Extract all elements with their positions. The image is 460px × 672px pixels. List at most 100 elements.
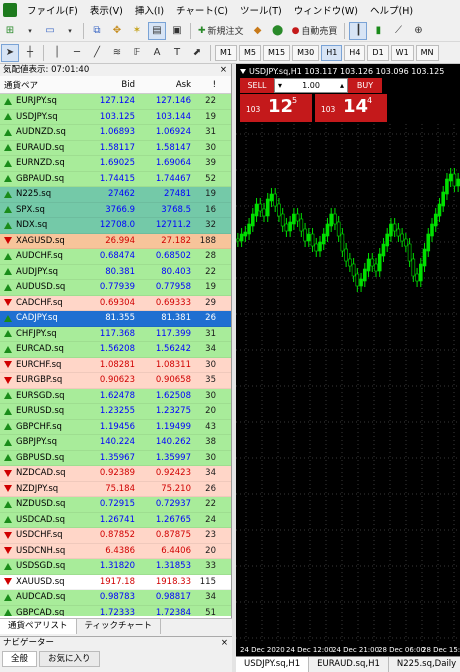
table-row[interactable]: AUDNZD.sq 1.06893 1.06924 31	[0, 125, 231, 141]
table-row[interactable]: GBPAUD.sq 1.74415 1.74467 52	[0, 171, 231, 187]
timeframe-h4[interactable]: H4	[344, 44, 366, 61]
bar-chart-icon[interactable]: ┃	[349, 21, 368, 40]
menu-insert[interactable]: 挿入(I)	[129, 3, 170, 17]
crosshair-icon[interactable]: ┼	[21, 44, 39, 62]
table-row[interactable]: EURSGD.sq 1.62478 1.62508 30	[0, 388, 231, 404]
terminal-icon[interactable]: ▤	[148, 21, 166, 40]
channel-icon[interactable]: ≋	[108, 44, 126, 62]
table-row[interactable]: EURAUD.sq 1.58117 1.58147 30	[0, 140, 231, 156]
close-icon[interactable]: ×	[220, 64, 231, 76]
menu-file[interactable]: ファイル(F)	[21, 3, 84, 17]
table-row[interactable]: XAGUSD.sq 26.994 27.182 188	[0, 233, 231, 249]
data-window-icon[interactable]: ✥	[108, 22, 126, 40]
table-row[interactable]: CADJPY.sq 81.355 81.381 26	[0, 311, 231, 327]
table-row[interactable]: GBPCAD.sq 1.72333 1.72384 51	[0, 605, 231, 616]
table-row[interactable]: EURCHF.sq 1.08281 1.08311 30	[0, 357, 231, 373]
table-row[interactable]: EURCAD.sq 1.56208 1.56242 34	[0, 342, 231, 358]
timeframe-m5[interactable]: M5	[239, 44, 261, 61]
options-icon[interactable]: ⬤	[269, 22, 287, 40]
fibonacci-icon[interactable]: 𝔽	[128, 44, 146, 62]
chart-window[interactable]: USDJPY.sq,H1 103.117 103.126 103.096 103…	[236, 64, 460, 656]
table-row[interactable]: USDSGD.sq 1.31820 1.31853 33	[0, 559, 231, 575]
chart-tab-euraud[interactable]: EURAUD.sq,H1	[309, 657, 389, 672]
zoom-in-icon[interactable]: ⊕	[409, 22, 427, 40]
table-row[interactable]: EURJPY.sq 127.124 127.146 22	[0, 94, 231, 110]
table-row[interactable]: USDCNH.sq 6.4386 6.4406 20	[0, 543, 231, 559]
new-order-button[interactable]: ✚ 新規注文	[195, 22, 247, 40]
timeframe-h1[interactable]: H1	[321, 44, 343, 61]
dropdown-icon-2[interactable]: ▾	[61, 22, 79, 40]
table-row[interactable]: XAUUSD.sq 1917.18 1918.33 115	[0, 574, 231, 590]
table-row[interactable]: N225.sq 27462 27481 19	[0, 187, 231, 203]
trendline-icon[interactable]: ╱	[88, 44, 106, 62]
buy-price-box[interactable]: 103 14 4	[315, 94, 387, 122]
table-row[interactable]: USDCAD.sq 1.26741 1.26765 24	[0, 512, 231, 528]
profiles-icon[interactable]: ▭	[41, 22, 59, 40]
market-watch-tabs: 通貨ペアリスト ティックチャート	[0, 618, 232, 634]
table-row[interactable]: EURNZD.sq 1.69025 1.69064 39	[0, 156, 231, 172]
navigator-icon[interactable]: ✶	[128, 22, 146, 40]
timeframe-d1[interactable]: D1	[367, 44, 389, 61]
table-row[interactable]: AUDCAD.sq 0.98783 0.98817 34	[0, 590, 231, 606]
timeframe-m15[interactable]: M15	[263, 44, 291, 61]
horizontal-line-icon[interactable]: ─	[68, 44, 86, 62]
market-watch-icon[interactable]: ⧉	[88, 22, 106, 40]
tab-favorites[interactable]: お気に入り	[39, 651, 100, 667]
new-chart-icon[interactable]: ⊞	[1, 22, 19, 40]
chart-tab-usdjpy[interactable]: USDJPY.sq,H1	[236, 657, 310, 672]
menu-help[interactable]: ヘルプ(H)	[364, 3, 419, 17]
buy-button[interactable]: BUY	[348, 78, 382, 93]
table-row[interactable]: AUDCHF.sq 0.68474 0.68502 28	[0, 249, 231, 265]
tab-symbols[interactable]: 通貨ペアリスト	[0, 619, 77, 634]
table-row[interactable]: CADCHF.sq 0.69304 0.69333 29	[0, 295, 231, 311]
table-row[interactable]: GBPCHF.sq 1.19456 1.19499 43	[0, 419, 231, 435]
chart-menu-icon[interactable]	[240, 69, 246, 74]
menu-window[interactable]: ウィンドウ(W)	[288, 3, 364, 17]
timeframe-mn[interactable]: MN	[415, 44, 439, 61]
table-row[interactable]: CHFJPY.sq 117.368 117.399 31	[0, 326, 231, 342]
table-row[interactable]: EURUSD.sq 1.23255 1.23275 20	[0, 404, 231, 420]
table-row[interactable]: EURGBP.sq 0.90623 0.90658 35	[0, 373, 231, 389]
header-ask[interactable]: Ask	[138, 80, 194, 90]
line-chart-icon[interactable]: ⟋	[389, 22, 407, 40]
candle-chart-icon[interactable]: ▮	[369, 22, 387, 40]
tab-tick-chart[interactable]: ティックチャート	[77, 619, 161, 634]
lot-decrease-icon[interactable]: ▾	[278, 81, 282, 90]
lot-increase-icon[interactable]: ▴	[340, 81, 344, 90]
tab-general[interactable]: 全般	[2, 651, 38, 667]
table-row[interactable]: USDCHF.sq 0.87852 0.87875 23	[0, 528, 231, 544]
auto-trade-button[interactable]: ● 自動売買	[289, 22, 341, 40]
table-row[interactable]: NZDCAD.sq 0.92389 0.92423 34	[0, 466, 231, 482]
table-row[interactable]: GBPJPY.sq 140.224 140.262 38	[0, 435, 231, 451]
timeframe-m30[interactable]: M30	[292, 44, 320, 61]
table-row[interactable]: AUDUSD.sq 0.77939 0.77958 19	[0, 280, 231, 296]
lot-size-field[interactable]: ▾ 1.00 ▴	[274, 78, 348, 93]
table-row[interactable]: NZDJPY.sq 75.184 75.210 26	[0, 481, 231, 497]
chart-tab-n225[interactable]: N225.sq,Daily	[389, 657, 460, 672]
table-row[interactable]: NDX.sq 12708.0 12711.2 32	[0, 218, 231, 234]
menu-tools[interactable]: ツール(T)	[234, 3, 288, 17]
timeframe-w1[interactable]: W1	[390, 44, 414, 61]
sell-price-box[interactable]: 103 12 5	[240, 94, 312, 122]
text-icon[interactable]: A	[148, 44, 166, 62]
sell-button[interactable]: SELL	[240, 78, 274, 93]
timeframe-m1[interactable]: M1	[215, 44, 237, 61]
metaeditor-icon[interactable]: ◆	[249, 22, 267, 40]
vertical-line-icon[interactable]: │	[48, 44, 66, 62]
strategy-tester-icon[interactable]: ▣	[168, 22, 186, 40]
arrow-icon[interactable]: ⬈	[188, 44, 206, 62]
header-symbol[interactable]: 通貨ペア	[0, 79, 80, 91]
label-icon[interactable]: T	[168, 44, 186, 62]
close-icon[interactable]: ×	[221, 637, 232, 649]
table-row[interactable]: AUDJPY.sq 80.381 80.403 22	[0, 264, 231, 280]
menu-chart[interactable]: チャート(C)	[170, 3, 234, 17]
header-bid[interactable]: Bid	[80, 80, 138, 90]
dropdown-icon[interactable]: ▾	[21, 22, 39, 40]
table-row[interactable]: SPX.sq 3766.9 3768.5 16	[0, 202, 231, 218]
header-spread[interactable]: !	[194, 80, 220, 90]
table-row[interactable]: GBPUSD.sq 1.35967 1.35997 30	[0, 450, 231, 466]
cursor-icon[interactable]: ➤	[1, 43, 19, 62]
table-row[interactable]: NZDUSD.sq 0.72915 0.72937 22	[0, 497, 231, 513]
menu-view[interactable]: 表示(V)	[84, 3, 129, 17]
table-row[interactable]: USDJPY.sq 103.125 103.144 19	[0, 109, 231, 125]
